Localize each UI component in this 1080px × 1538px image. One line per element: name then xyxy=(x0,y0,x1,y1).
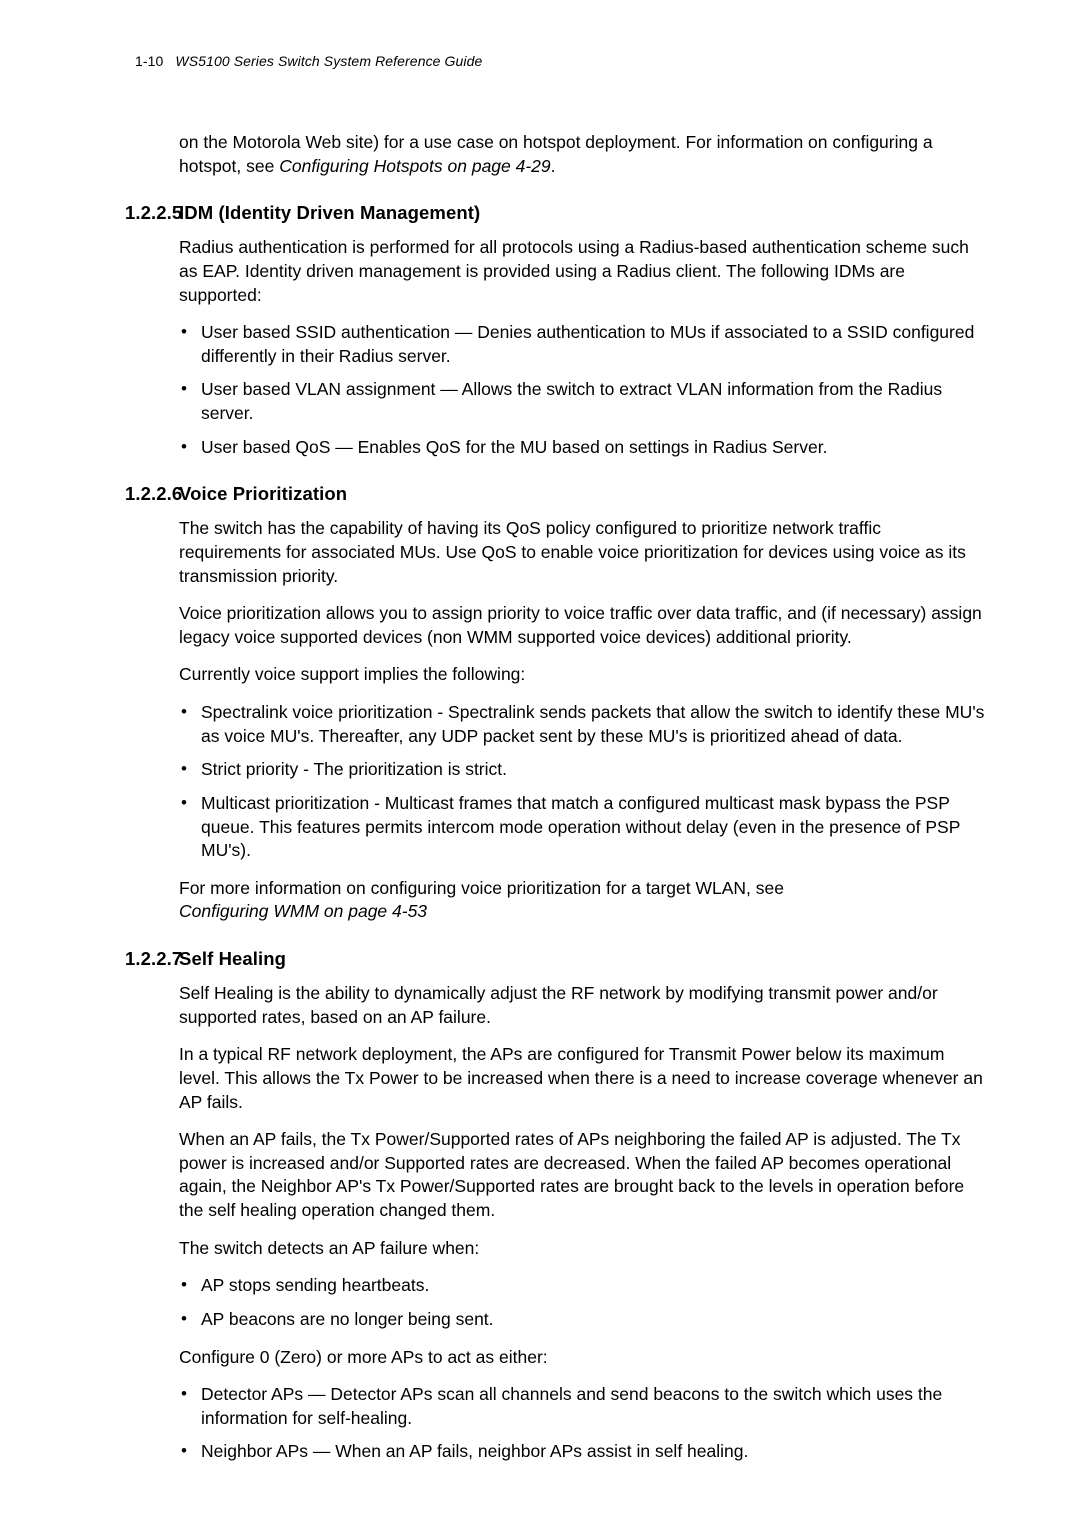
selfheal-p4: The switch detects an AP failure when: xyxy=(179,1237,985,1261)
page-number: 1-10 xyxy=(135,53,163,69)
voice-bullets: Spectralink voice prioritization - Spect… xyxy=(179,701,985,863)
selfheal-p2: In a typical RF network deployment, the … xyxy=(179,1043,985,1114)
list-item: Multicast prioritization - Multicast fra… xyxy=(179,792,985,863)
intro-ref: Configuring Hotspots on page 4-29 xyxy=(279,156,550,176)
selfheal-bullets-2: Detector APs — Detector APs scan all cha… xyxy=(179,1383,985,1464)
secno-idm: 1.2.2.5 xyxy=(125,202,179,224)
list-item: User based SSID authentication — Denies … xyxy=(179,321,985,368)
heading-voice: 1.2.2.6Voice Prioritization xyxy=(179,483,985,505)
list-item: Strict priority - The prioritization is … xyxy=(179,758,985,782)
selfheal-p3: When an AP fails, the Tx Power/Supported… xyxy=(179,1128,985,1223)
selfheal-bullets-1: AP stops sending heartbeats. AP beacons … xyxy=(179,1274,985,1331)
selfheal-p1: Self Healing is the ability to dynamical… xyxy=(179,982,985,1029)
heading-selfheal: 1.2.2.7Self Healing xyxy=(179,948,985,970)
list-item: AP beacons are no longer being sent. xyxy=(179,1308,985,1332)
running-header: 1-10 WS5100 Series Switch System Referen… xyxy=(135,53,985,69)
list-item: Spectralink voice prioritization - Spect… xyxy=(179,701,985,748)
title-idm: IDM (Identity Driven Management) xyxy=(179,202,480,223)
list-item: Neighbor APs — When an AP fails, neighbo… xyxy=(179,1440,985,1464)
page: 1-10 WS5100 Series Switch System Referen… xyxy=(0,0,1080,1538)
heading-idm: 1.2.2.5IDM (Identity Driven Management) xyxy=(179,202,985,224)
intro-paragraph: on the Motorola Web site) for a use case… xyxy=(179,131,985,178)
title-voice: Voice Prioritization xyxy=(179,483,347,504)
content-column: on the Motorola Web site) for a use case… xyxy=(179,131,985,1464)
title-selfheal: Self Healing xyxy=(179,948,286,969)
selfheal-p5: Configure 0 (Zero) or more APs to act as… xyxy=(179,1346,985,1370)
voice-seealso-ref: Configuring WMM on page 4-53 xyxy=(179,901,427,921)
idm-p1: Radius authentication is performed for a… xyxy=(179,236,985,307)
voice-p1: The switch has the capability of having … xyxy=(179,517,985,588)
secno-voice: 1.2.2.6 xyxy=(125,483,179,505)
list-item: User based VLAN assignment — Allows the … xyxy=(179,378,985,425)
list-item: User based QoS — Enables QoS for the MU … xyxy=(179,436,985,460)
voice-seealso-pre: For more information on configuring voic… xyxy=(179,878,784,898)
idm-bullets: User based SSID authentication — Denies … xyxy=(179,321,985,459)
voice-p2: Voice prioritization allows you to assig… xyxy=(179,602,985,649)
list-item: Detector APs — Detector APs scan all cha… xyxy=(179,1383,985,1430)
voice-seealso: For more information on configuring voic… xyxy=(179,877,985,924)
list-item: AP stops sending heartbeats. xyxy=(179,1274,985,1298)
voice-p3: Currently voice support implies the foll… xyxy=(179,663,985,687)
secno-selfheal: 1.2.2.7 xyxy=(125,948,179,970)
guide-title: WS5100 Series Switch System Reference Gu… xyxy=(175,53,482,69)
intro-period: . xyxy=(551,156,556,176)
